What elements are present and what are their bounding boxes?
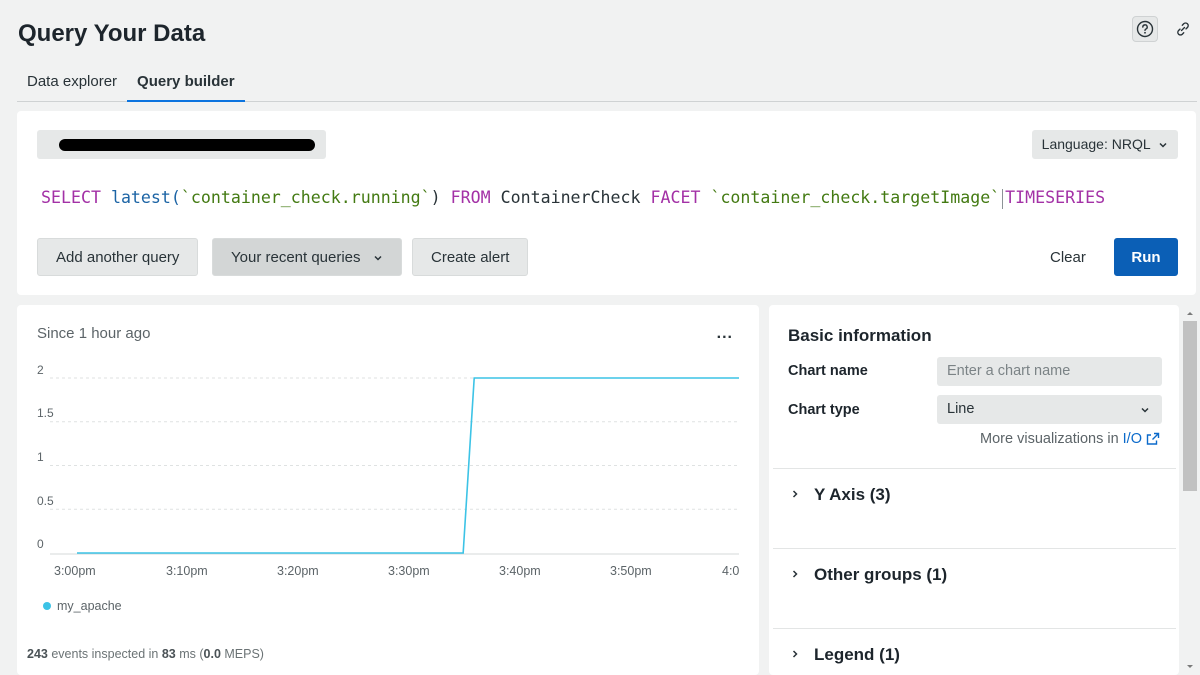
query-keyword-facet: FACET [650,188,701,207]
chart-name-label: Chart name [788,363,868,379]
accordion-label: Other groups (1) [814,565,948,584]
events-summary: 243 events inspected in 83 ms (0.0 MEPS) [27,647,264,661]
help-icon [1136,20,1154,38]
link-icon [1177,22,1189,36]
chevron-down-icon [1141,407,1149,413]
basic-info-heading: Basic information [788,326,932,345]
query-function: latest( [110,188,181,207]
query-attribute: `container_check.running` [180,188,431,207]
x-tick-label: 3:30pm [388,564,430,578]
query-panel: Language: NRQL SELECT latest(`container_… [17,111,1196,295]
chart-settings-panel: Basic information Chart name Chart type … [769,305,1179,675]
scrollbar[interactable] [1182,305,1198,675]
text-cursor [1002,188,1004,209]
accordion-label: Y Axis (3) [814,485,891,504]
accordion-other-groups[interactable]: Other groups (1) [773,548,1176,628]
query-facet-attribute: `container_check.targetImage` [710,188,1001,207]
x-tick-label: 3:00pm [54,564,96,578]
x-tick-label: 4:0 [722,564,740,578]
query-paren: ) [430,188,441,207]
chevron-right-icon [792,490,798,498]
chevron-right-icon [792,570,798,578]
x-tick-label: 3:20pm [277,564,319,578]
legend-label: my_apache [57,599,122,613]
accordion-y-axis[interactable]: Y Axis (3) [773,468,1176,548]
events-text: ms ( [175,647,204,661]
clear-button[interactable]: Clear [1031,238,1105,276]
recent-queries-button[interactable]: Your recent queries [212,238,402,276]
run-button[interactable]: Run [1114,238,1178,276]
more-viz-text: More visualizations in [980,431,1119,447]
legend-color-dot [43,602,51,610]
chevron-down-icon [374,256,382,261]
chart-type-select[interactable]: Line [937,395,1162,424]
add-another-query-button[interactable]: Add another query [37,238,199,276]
language-selector[interactable]: Language: NRQL [1031,130,1178,159]
x-tick-label: 3:40pm [499,564,541,578]
events-text: MEPS) [220,647,264,661]
chart-legend-item[interactable]: my_apache [43,599,122,613]
more-visualizations: More visualizations in I/O [980,431,1160,447]
nrql-query-editor[interactable]: SELECT latest(`container_check.running`)… [41,188,1105,209]
language-label: Language: NRQL [1041,136,1151,152]
scrollbar-thumb[interactable] [1183,321,1197,491]
chart-name-input[interactable] [937,357,1162,386]
events-ms: 83 [161,647,176,661]
tab-query-builder[interactable]: Query builder [127,64,245,102]
chart-type-value: Line [947,401,975,417]
scroll-up-icon[interactable] [1182,307,1198,319]
chevron-right-icon [792,650,798,658]
x-tick-label: 3:50pm [610,564,652,578]
tab-bar: Data explorer Query builder [17,64,1197,102]
query-keyword-timeseries: TIMESERIES [1005,188,1106,207]
events-count: 243 [27,647,48,661]
recent-queries-label: Your recent queries [231,249,361,266]
account-selector[interactable] [37,130,326,159]
query-keyword-from: FROM [450,188,491,207]
accordion-legend[interactable]: Legend (1) [773,628,1176,675]
query-event-type: ContainerCheck [500,188,641,207]
page-title: Query Your Data [18,20,206,47]
tab-data-explorer[interactable]: Data explorer [17,64,127,102]
io-link[interactable]: I/O [1123,431,1142,447]
accordion-label: Legend (1) [814,645,900,664]
events-text: events inspected in [47,647,162,661]
redacted-account-name [59,139,315,151]
external-link-icon[interactable] [1146,432,1160,446]
scroll-down-icon[interactable] [1182,661,1198,673]
events-meps: 0.0 [203,647,221,661]
line-chart[interactable] [17,305,759,565]
chart-card: Since 1 hour ago ... 2 1.5 1 0.5 0 3:00p… [17,305,759,675]
create-alert-button[interactable]: Create alert [412,238,529,276]
copy-link-button[interactable] [1170,16,1196,42]
chevron-down-icon [1159,143,1167,148]
x-tick-label: 3:10pm [166,564,208,578]
help-button[interactable] [1132,16,1158,42]
chart-type-label: Chart type [788,402,860,418]
query-keyword-select: SELECT [41,188,101,207]
